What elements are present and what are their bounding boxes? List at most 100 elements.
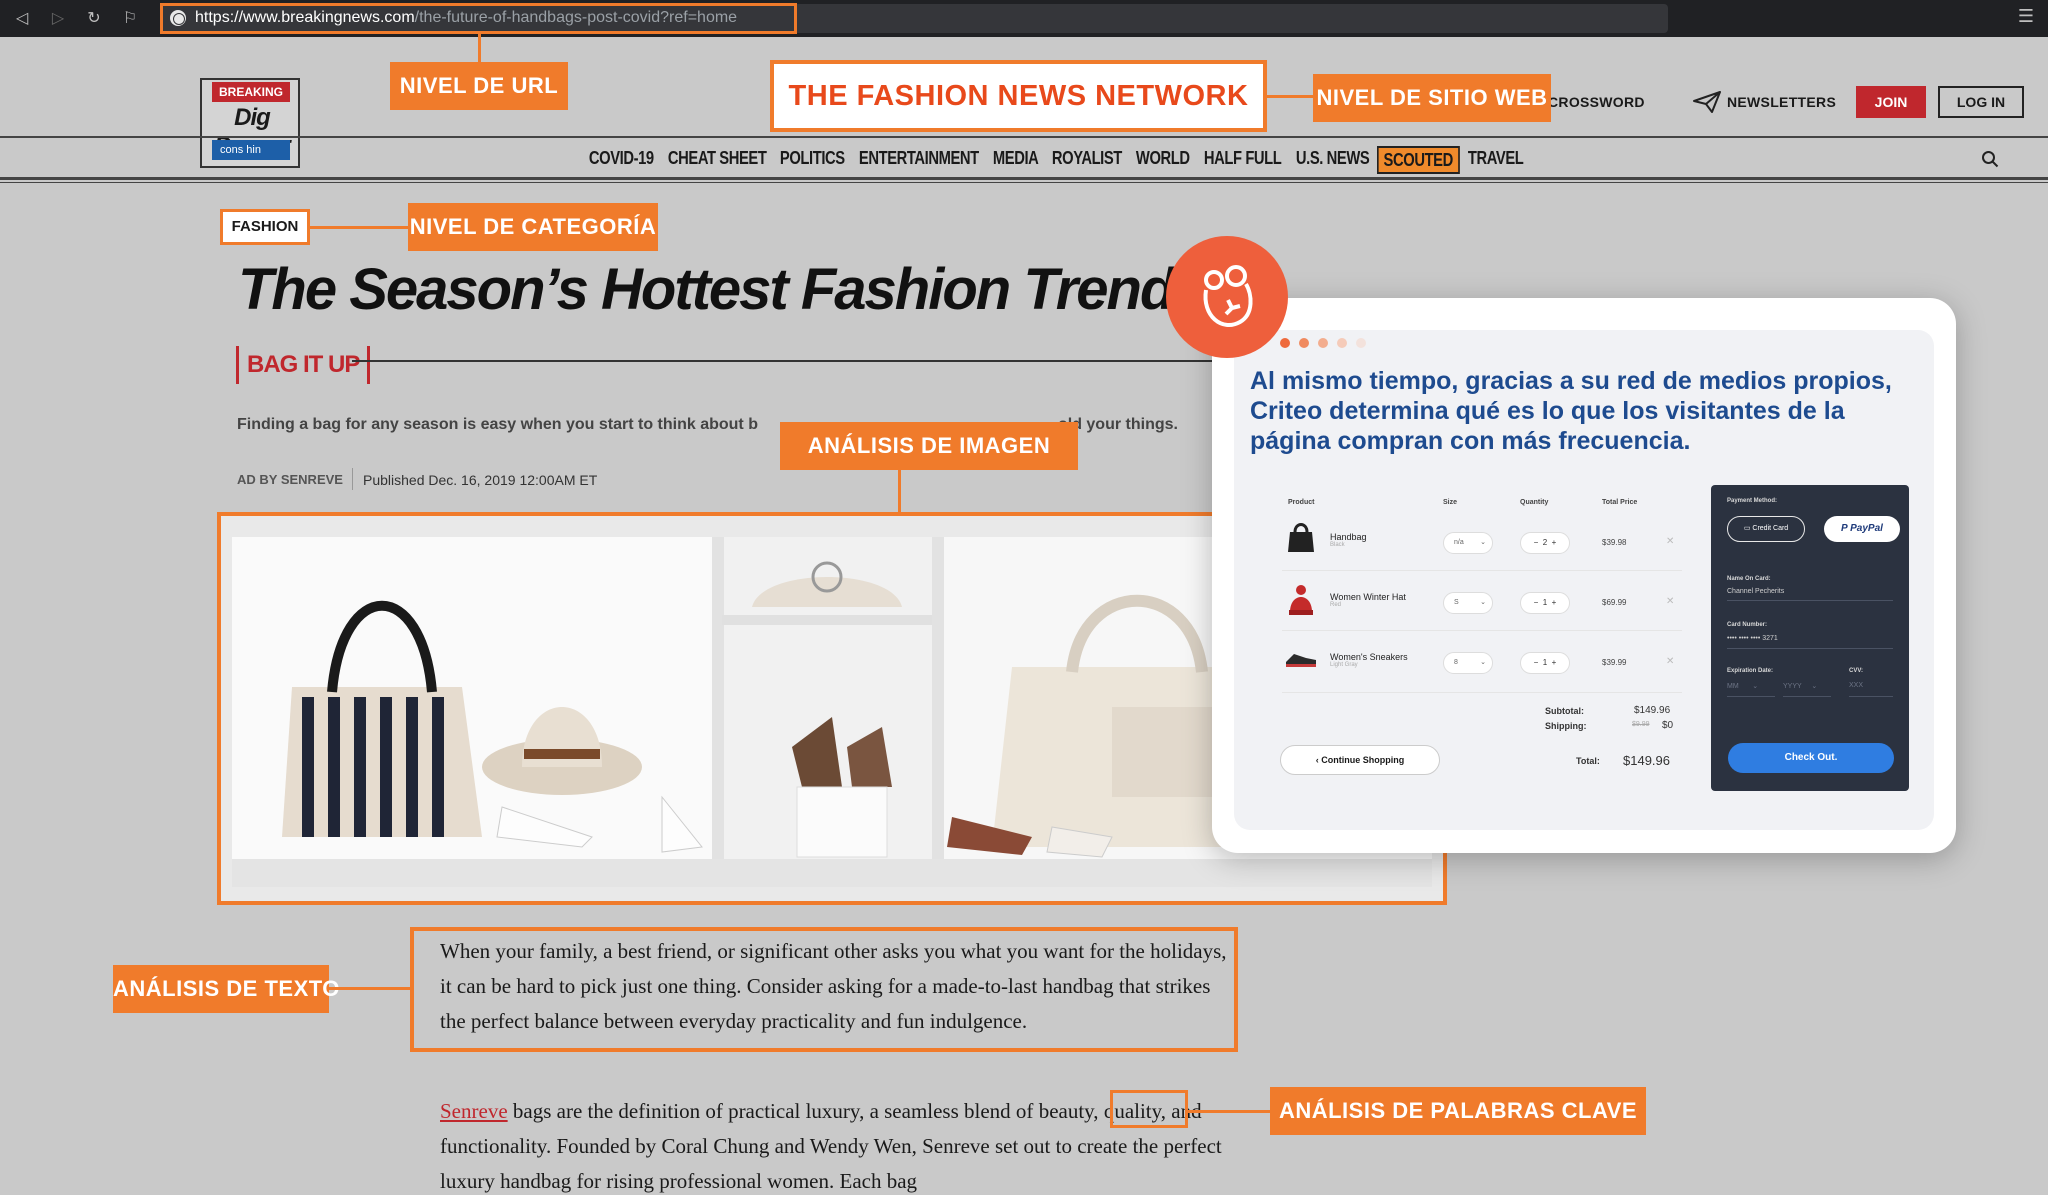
expiration-year-select[interactable]: YYYY ⌄ xyxy=(1783,682,1817,690)
keyword-connector xyxy=(1188,1110,1270,1113)
continue-shopping-label: Continue Shopping xyxy=(1321,755,1405,765)
size-value: 8 xyxy=(1454,659,1458,666)
total-label: Total: xyxy=(1576,756,1600,766)
header-divider xyxy=(0,136,2048,138)
criteo-message: Al mismo tiempo, gracias a su red de med… xyxy=(1250,367,1892,455)
article-dek: Finding a bag for any season is easy whe… xyxy=(237,416,1237,434)
cart-header-quantity: Quantity xyxy=(1520,499,1549,506)
quantity-value: 1 xyxy=(1542,598,1548,607)
dek-start: Finding a bag for any season is easy whe… xyxy=(237,416,758,433)
quantity-value: 2 xyxy=(1542,538,1548,547)
quantity-stepper[interactable]: − 1 + xyxy=(1520,652,1570,674)
nav-item-politics[interactable]: POLITICS xyxy=(775,146,850,174)
handbag-thumbnail xyxy=(1288,523,1314,552)
name-on-card-field[interactable]: Channel Pecherits xyxy=(1727,588,1784,595)
size-select[interactable]: S ⌄ xyxy=(1443,592,1493,614)
field-underline xyxy=(1849,696,1893,697)
item-name: Handbag xyxy=(1330,532,1367,542)
nav-item-half-full[interactable]: HALF FULL xyxy=(1199,146,1286,174)
cvv-field[interactable]: XXX xyxy=(1849,682,1863,689)
field-underline xyxy=(1727,696,1775,697)
carousel-dot xyxy=(1337,338,1347,348)
total-value: $149.96 xyxy=(1623,753,1670,768)
card-number-label: Card Number: xyxy=(1727,622,1768,628)
category-level-label: NIVEL DE CATEGORÍA xyxy=(408,203,658,251)
category-tag[interactable]: FASHION xyxy=(220,209,310,245)
menu-icon[interactable]: ☰ xyxy=(2018,6,2034,27)
quantity-stepper[interactable]: − 2 + xyxy=(1520,532,1570,554)
item-price: $39.99 xyxy=(1602,658,1627,667)
nav-item-scouted[interactable]: SCOUTED xyxy=(1377,146,1460,174)
image-analysis-label: ANÁLISIS DE IMAGEN xyxy=(780,422,1078,470)
card-number-field[interactable]: •••• •••• •••• 3271 xyxy=(1727,635,1778,642)
item-name: Women's Sneakers xyxy=(1330,652,1408,662)
carousel-dot xyxy=(1299,338,1309,348)
login-button[interactable]: LOG IN xyxy=(1938,86,2024,118)
nav-item-media[interactable]: MEDIA xyxy=(988,146,1043,174)
cart-item-name: Women's Sneakers Light Gray xyxy=(1330,652,1408,668)
cart-row-divider xyxy=(1282,692,1682,693)
payment-method-label: Payment Method: xyxy=(1727,498,1778,504)
nav-item-entertainment[interactable]: ENTERTAINMENT xyxy=(854,146,984,174)
item-price: $39.98 xyxy=(1602,538,1627,547)
chevron-down-icon: ⌄ xyxy=(1480,539,1486,546)
remove-item-icon[interactable]: ✕ xyxy=(1666,596,1674,607)
carousel-dot xyxy=(1356,338,1366,348)
kicker-rule xyxy=(352,360,1232,362)
shipping-label: Shipping: xyxy=(1545,721,1587,731)
forward-arrow-icon[interactable]: ▷ xyxy=(48,8,68,28)
quantity-value: 1 xyxy=(1542,658,1548,667)
nav-item-travel[interactable]: TRAVEL xyxy=(1463,146,1528,174)
article-headline: The Season’s Hottest Fashion Trends xyxy=(238,257,1206,322)
logo-badge: BREAKING xyxy=(212,82,290,102)
name-on-card-label: Name On Card: xyxy=(1727,576,1771,582)
bookmark-icon[interactable]: ⚐ xyxy=(120,8,140,28)
cart-item-name: Handbag Black xyxy=(1330,532,1367,548)
crossword-link[interactable]: CROSSWORD xyxy=(1548,94,1645,110)
published-date: Published Dec. 16, 2019 12:00AM ET xyxy=(363,472,598,488)
keyword-analysis-label: ANÁLISIS DE PALABRAS CLAVE xyxy=(1270,1087,1646,1135)
size-select[interactable]: n/a ⌄ xyxy=(1443,532,1493,554)
search-icon[interactable] xyxy=(1981,150,1999,168)
nav-item-cheat-sheet[interactable]: CHEAT SHEET xyxy=(663,146,771,174)
nav-item-covid-19[interactable]: COVID-19 xyxy=(584,146,659,174)
logo-subtitle: cons hin xyxy=(212,140,290,160)
size-value: n/a xyxy=(1454,539,1464,546)
size-select[interactable]: 8 ⌄ xyxy=(1443,652,1493,674)
byline-separator xyxy=(352,468,353,490)
senreve-link[interactable]: Senreve xyxy=(440,1099,508,1123)
site-level-label: NIVEL DE SITIO WEB xyxy=(1313,74,1551,122)
cvv-label: CVV: xyxy=(1849,668,1864,674)
cart-header-size: Size xyxy=(1443,499,1458,506)
reload-icon[interactable]: ↻ xyxy=(84,8,104,28)
field-underline xyxy=(1783,696,1831,697)
nav-item-royalist[interactable]: ROYALIST xyxy=(1047,146,1127,174)
network-title-box: THE FASHION NEWS NETWORK xyxy=(770,60,1267,132)
field-underline xyxy=(1727,648,1893,649)
p2-keyword: beauty, xyxy=(1038,1099,1099,1123)
item-name: Women Winter Hat xyxy=(1330,592,1406,602)
credit-card-button[interactable]: ▭ Credit Card xyxy=(1727,516,1805,542)
paper-plane-icon xyxy=(1693,91,1721,113)
site-logo[interactable]: BREAKING Dig Deeper cons hin xyxy=(200,78,300,168)
nav-item-world[interactable]: WORLD xyxy=(1131,146,1195,174)
newsletters-link[interactable]: NEWSLETTERS xyxy=(1727,94,1836,110)
remove-item-icon[interactable]: ✕ xyxy=(1666,536,1674,547)
back-arrow-icon[interactable]: ◁ xyxy=(12,8,32,28)
quantity-stepper[interactable]: − 1 + xyxy=(1520,592,1570,614)
paypal-button[interactable]: P PayPal xyxy=(1824,516,1900,542)
url-highlight-box xyxy=(160,3,797,34)
chevron-down-icon: ⌄ xyxy=(1752,683,1759,690)
field-underline xyxy=(1727,600,1893,601)
month-placeholder: MM xyxy=(1727,683,1739,690)
chevron-down-icon: ⌄ xyxy=(1811,683,1818,690)
join-button[interactable]: JOIN xyxy=(1856,86,1926,118)
remove-item-icon[interactable]: ✕ xyxy=(1666,656,1674,667)
cart-row-divider xyxy=(1282,570,1682,571)
continue-shopping-button[interactable]: ‹ Continue Shopping xyxy=(1280,745,1440,775)
expiration-month-select[interactable]: MM ⌄ xyxy=(1727,682,1758,690)
item-variant: Light Gray xyxy=(1330,662,1358,668)
main-nav: COVID-19 CHEAT SHEET POLITICS ENTERTAINMENT… xyxy=(584,146,1532,174)
checkout-button[interactable]: Check Out. xyxy=(1728,743,1894,773)
nav-item-u-s-news[interactable]: U.S. NEWS xyxy=(1291,146,1374,174)
